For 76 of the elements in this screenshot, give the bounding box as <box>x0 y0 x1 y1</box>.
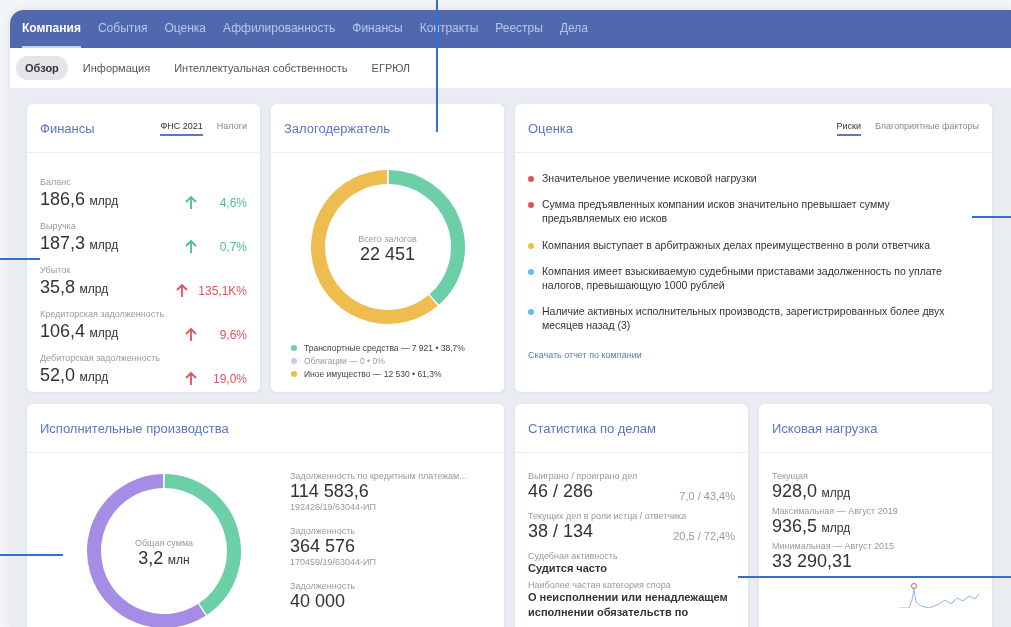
stat-label: Минимальная — Август 2015 <box>772 541 896 551</box>
legend-text: Облигации — 0 • 0% <box>304 356 385 366</box>
change-value: 0,7% <box>218 240 247 254</box>
leader-line <box>0 554 63 556</box>
stat-value: 46 / 286 <box>528 481 594 502</box>
nav-tab[interactable]: Дела <box>559 10 588 48</box>
debt-label: Задолженность по кредитным платежам... <box>290 471 467 481</box>
debt-value: 114 583,6 <box>290 481 370 502</box>
metric-label: Кредиторская задолженность <box>40 309 165 319</box>
nav-tab[interactable]: Реестры <box>495 10 543 48</box>
stat-value: 928,0 млрд <box>772 481 852 502</box>
leader-line <box>972 216 1011 218</box>
nav-tab[interactable]: События <box>97 10 148 48</box>
metric-label: Дебиторская задолженность <box>40 353 160 363</box>
card-tab[interactable]: Риски <box>836 120 862 136</box>
leader-line <box>0 258 40 260</box>
card-tab[interactable]: Благоприятные факторы <box>875 120 979 136</box>
debt-label: Задолженность <box>290 526 357 536</box>
metric-label: Убыток <box>40 265 71 275</box>
risk-text: Сумма предъявленных компании исков значительно превышает сумму предъявляемых ею исков <box>542 197 891 226</box>
stat-share: 20,5 / 72,4% <box>673 530 735 542</box>
donut-label: Всего залогов <box>358 233 417 244</box>
card-tab[interactable]: Налоги <box>216 120 247 136</box>
card-tab[interactable]: ФНС 2021 <box>160 120 203 136</box>
stat-value: Судится часто <box>528 561 608 576</box>
metric-value: 35,8 млрд <box>40 277 109 298</box>
risk-text: Наличие активных исполнительных производств, зарегистрированных более двух месяцев назад (3) <box>542 304 946 333</box>
metric-value: 186,6 млрд <box>40 189 119 210</box>
metric-value: 52,0 млрд <box>40 365 109 386</box>
risk-text: Компания выступает в арбитражных делах преимущественно в роли ответчика <box>542 237 930 252</box>
subnav-tab[interactable]: Интеллектуальная собственность <box>165 56 357 80</box>
nav-tab[interactable]: Аффилированность <box>223 10 336 48</box>
case-number: 170459/19/63044-ИП <box>290 557 377 567</box>
change-value: 9,6% <box>218 328 247 342</box>
card-title: Статистика по делам <box>528 420 656 436</box>
card-title: Оценка <box>528 120 574 136</box>
change-value: 135,1K% <box>198 284 247 298</box>
donut-value: 22 451 <box>359 243 416 265</box>
download-link[interactable]: Скачать отчет по компании <box>528 350 642 361</box>
metric-label: Баланс <box>40 177 71 187</box>
subnav-tab[interactable]: Информация <box>73 56 160 80</box>
card-title: Исполнительные производства <box>40 420 229 436</box>
stat-label: Текущая <box>772 471 809 481</box>
stat-share: 7,0 / 43,4% <box>679 490 735 502</box>
legend-text: Иное имущество — 12 530 • 61,3% <box>304 369 442 379</box>
change-value: 19,0% <box>211 372 247 386</box>
subnav-tab[interactable]: ЕГРЮЛ <box>362 56 420 80</box>
stat-value: 936,5 млрд <box>772 516 852 537</box>
stat-label: Наиболее частая категория спора <box>528 579 672 590</box>
risk-text: Компания имеет взыскиваемую судебными приставами задолженность по уплате налогов, превышающую 1000 рублей <box>542 263 943 293</box>
case-number: 192426/19/63044-ИП <box>290 502 377 512</box>
subnav-tab[interactable]: Обзор <box>16 56 68 80</box>
donut-label: Общая сумма <box>134 537 194 548</box>
metric-value: 187,3 млрд <box>40 233 119 254</box>
stat-value: 33 290,31 <box>772 551 854 572</box>
card-title: Финансы <box>40 120 95 136</box>
debt-value: 40 000 <box>290 591 347 612</box>
risk-text: Значительное увеличение исковой нагрузки <box>542 171 757 186</box>
nav-tab[interactable]: Финансы <box>352 10 403 48</box>
change-value: 4,6% <box>218 196 247 210</box>
stat-label: Максимальная — Август 2019 <box>772 506 899 516</box>
debt-label: Задолженность <box>290 581 357 591</box>
nav-tab[interactable]: Оценка <box>164 10 207 48</box>
metric-label: Выручка <box>40 221 76 231</box>
metric-value: 106,4 млрд <box>40 321 119 342</box>
stat-label: Выиграно / проиграно дел <box>528 471 639 481</box>
stat-label: Судебная активность <box>528 551 619 561</box>
debt-value: 364 576 <box>290 536 357 557</box>
nav-tab[interactable]: Контракты <box>419 10 479 48</box>
stat-value: О неисполнении или ненадлежащем исполнении обязательств по <box>528 590 729 620</box>
legend-text: Транспортные средства — 7 921 • 38,7% <box>304 343 465 353</box>
stat-value: 38 / 134 <box>528 521 594 542</box>
card-title: Исковая нагрузка <box>772 420 878 436</box>
card-title: Залогодержатель <box>284 120 391 136</box>
donut-value: 3,2 млн <box>138 547 190 569</box>
stat-label: Текущих дел в роли истца / ответчика <box>528 511 688 521</box>
